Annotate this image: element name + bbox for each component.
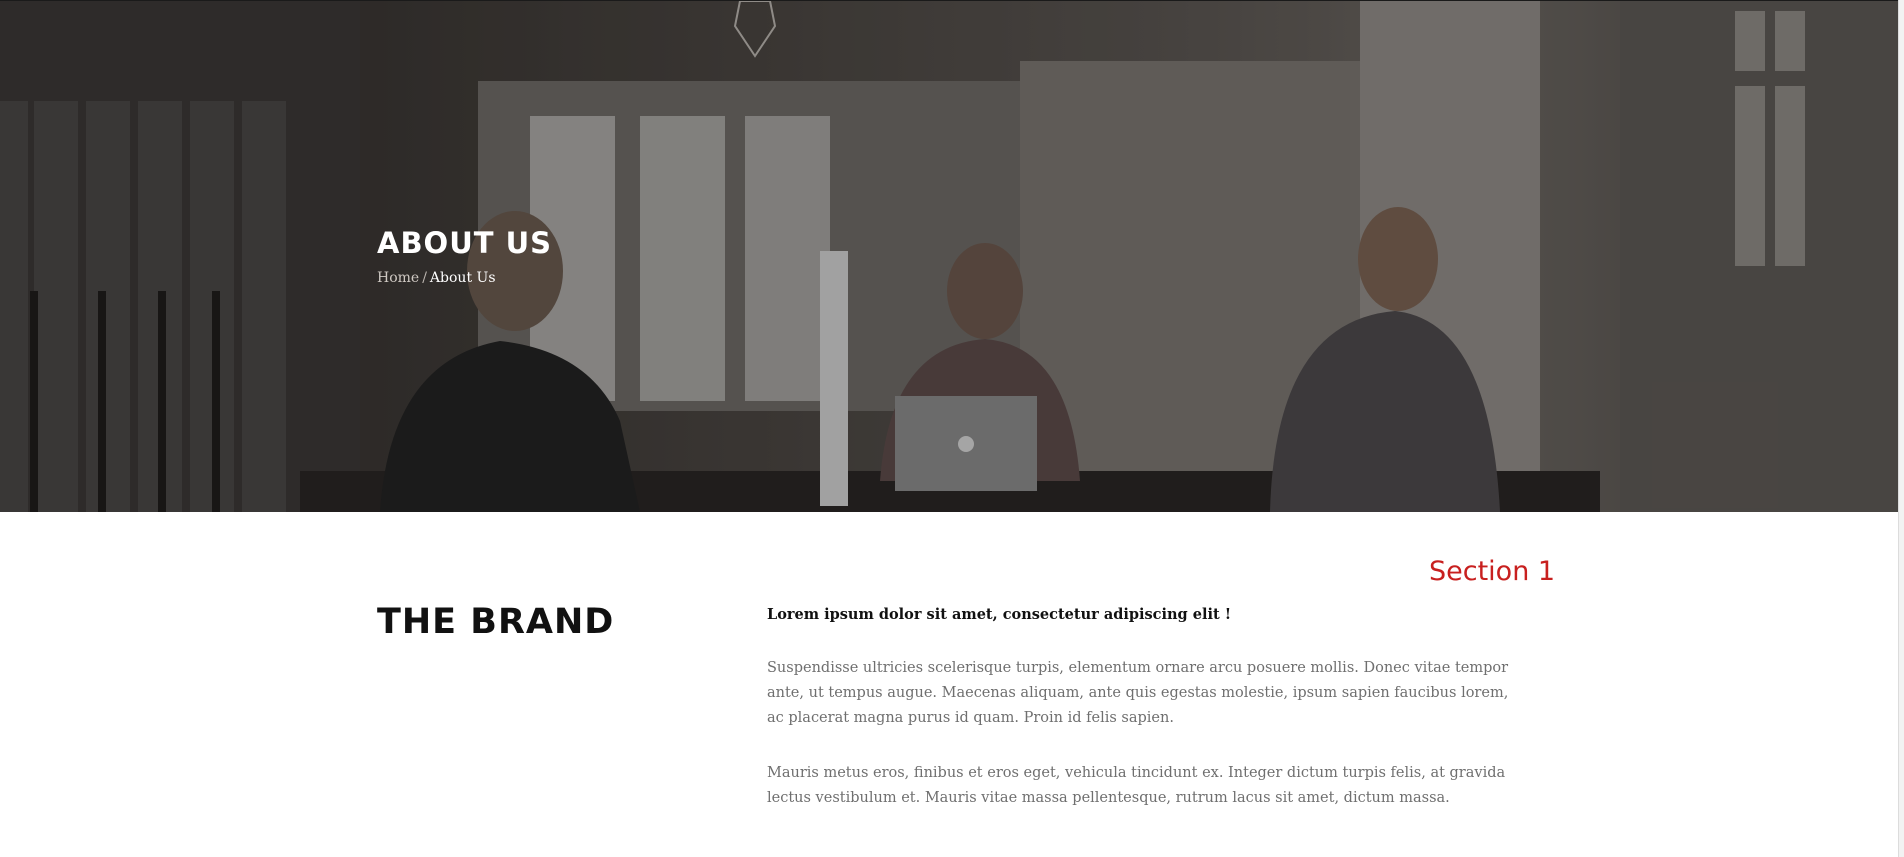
hero-banner: ABOUT US Home / About Us xyxy=(0,0,1898,512)
brand-lead-text: Lorem ipsum dolor sit amet, consectetur … xyxy=(767,606,1232,623)
section-annotation-label: Section 1 xyxy=(1429,556,1556,587)
page-title: ABOUT US xyxy=(377,226,553,260)
brand-section-content: Lorem ipsum dolor sit amet, consectetur … xyxy=(767,602,1527,841)
breadcrumb-current: About Us xyxy=(429,270,496,286)
breadcrumb-home-link[interactable]: Home xyxy=(377,270,419,286)
brand-paragraph-1: Suspendisse ultricies scelerisque turpis… xyxy=(767,660,1509,726)
page-right-edge xyxy=(1898,0,1904,857)
hero-dark-overlay xyxy=(0,1,1898,512)
brand-section-title: THE BRAND xyxy=(377,602,615,642)
breadcrumb-separator: / xyxy=(422,270,427,286)
brand-paragraph-2: Mauris metus eros, finibus et eros eget,… xyxy=(767,765,1506,806)
breadcrumb: Home / About Us xyxy=(377,270,496,286)
